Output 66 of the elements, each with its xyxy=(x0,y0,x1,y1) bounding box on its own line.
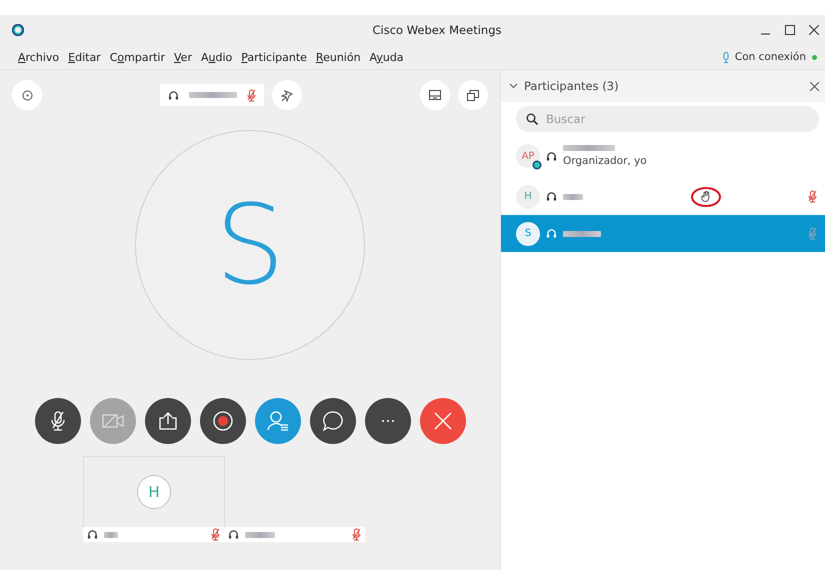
record-button[interactable] xyxy=(200,398,246,444)
menu-item[interactable]: Participante xyxy=(241,50,307,64)
muted-mic-icon xyxy=(50,411,64,431)
info-button[interactable] xyxy=(12,80,42,110)
info-icon xyxy=(22,90,32,100)
connection-status: Con conexión xyxy=(734,51,806,63)
muted-mic-icon[interactable] xyxy=(352,528,361,541)
chat-button[interactable] xyxy=(310,398,356,444)
collapse-icon[interactable] xyxy=(509,83,518,89)
redacted-name xyxy=(563,194,583,200)
panel-title: Participantes (3) xyxy=(524,79,620,93)
pin-button[interactable] xyxy=(272,80,302,110)
participant-avatar: H xyxy=(516,184,540,208)
mic-icon xyxy=(722,52,729,62)
share-icon xyxy=(158,412,178,430)
redacted-name xyxy=(189,92,237,98)
end-button[interactable] xyxy=(420,398,466,444)
search-field[interactable]: Buscar xyxy=(516,106,819,132)
close-icon[interactable] xyxy=(810,82,819,90)
participants-button[interactable] xyxy=(254,398,300,444)
muted-mic-icon[interactable] xyxy=(247,88,256,102)
record-icon xyxy=(212,411,232,431)
pin-icon xyxy=(280,88,294,102)
headset-icon xyxy=(168,90,179,100)
menu-item[interactable]: Ayuda xyxy=(370,50,404,64)
mute-button[interactable] xyxy=(34,398,80,444)
participants-icon xyxy=(266,411,288,431)
menu-item[interactable]: Reunión xyxy=(316,50,361,64)
menu-item[interactable]: Editar xyxy=(68,50,101,64)
muted-mic-icon[interactable] xyxy=(211,528,220,541)
redacted-name xyxy=(563,145,615,151)
video-off-icon xyxy=(102,413,124,429)
more-button[interactable] xyxy=(364,398,410,444)
windows-icon xyxy=(467,90,479,100)
redacted-name xyxy=(563,230,601,236)
layout-button[interactable] xyxy=(420,80,450,110)
status-dot xyxy=(812,54,817,60)
menu-item[interactable]: Archivo xyxy=(18,50,60,64)
chat-icon xyxy=(322,411,342,431)
menu-item[interactable]: Compartir xyxy=(110,50,165,64)
more-icon xyxy=(380,419,394,423)
muted-mic-icon[interactable] xyxy=(808,190,817,203)
share-button[interactable] xyxy=(144,398,190,444)
maximize-icon[interactable] xyxy=(785,25,795,35)
participant-avatar: S xyxy=(516,222,540,246)
window-mode-button[interactable] xyxy=(458,80,488,110)
thumbnail-avatar: H xyxy=(137,475,171,509)
participant-avatar: AP xyxy=(516,144,540,168)
close-icon[interactable] xyxy=(809,25,819,35)
participant-role: Organizador, yo xyxy=(563,155,647,167)
window-title: Cisco Webex Meetings xyxy=(372,23,502,37)
speaker-avatar: S xyxy=(135,130,365,360)
layout-icon xyxy=(429,90,441,100)
headset-icon xyxy=(87,529,98,540)
headset-icon xyxy=(546,228,557,239)
menu-item[interactable]: Audio xyxy=(200,50,232,64)
menu-item[interactable]: Ver xyxy=(174,50,192,64)
app-logo xyxy=(12,24,24,36)
headset-icon xyxy=(228,529,239,540)
close-icon xyxy=(434,412,452,430)
participant-row[interactable]: AP Organizador, yo xyxy=(501,134,825,178)
headset-icon xyxy=(546,191,557,202)
search-icon xyxy=(526,113,538,125)
redacted-name xyxy=(245,532,275,538)
redacted-name xyxy=(104,532,118,538)
headset-icon xyxy=(546,150,557,162)
